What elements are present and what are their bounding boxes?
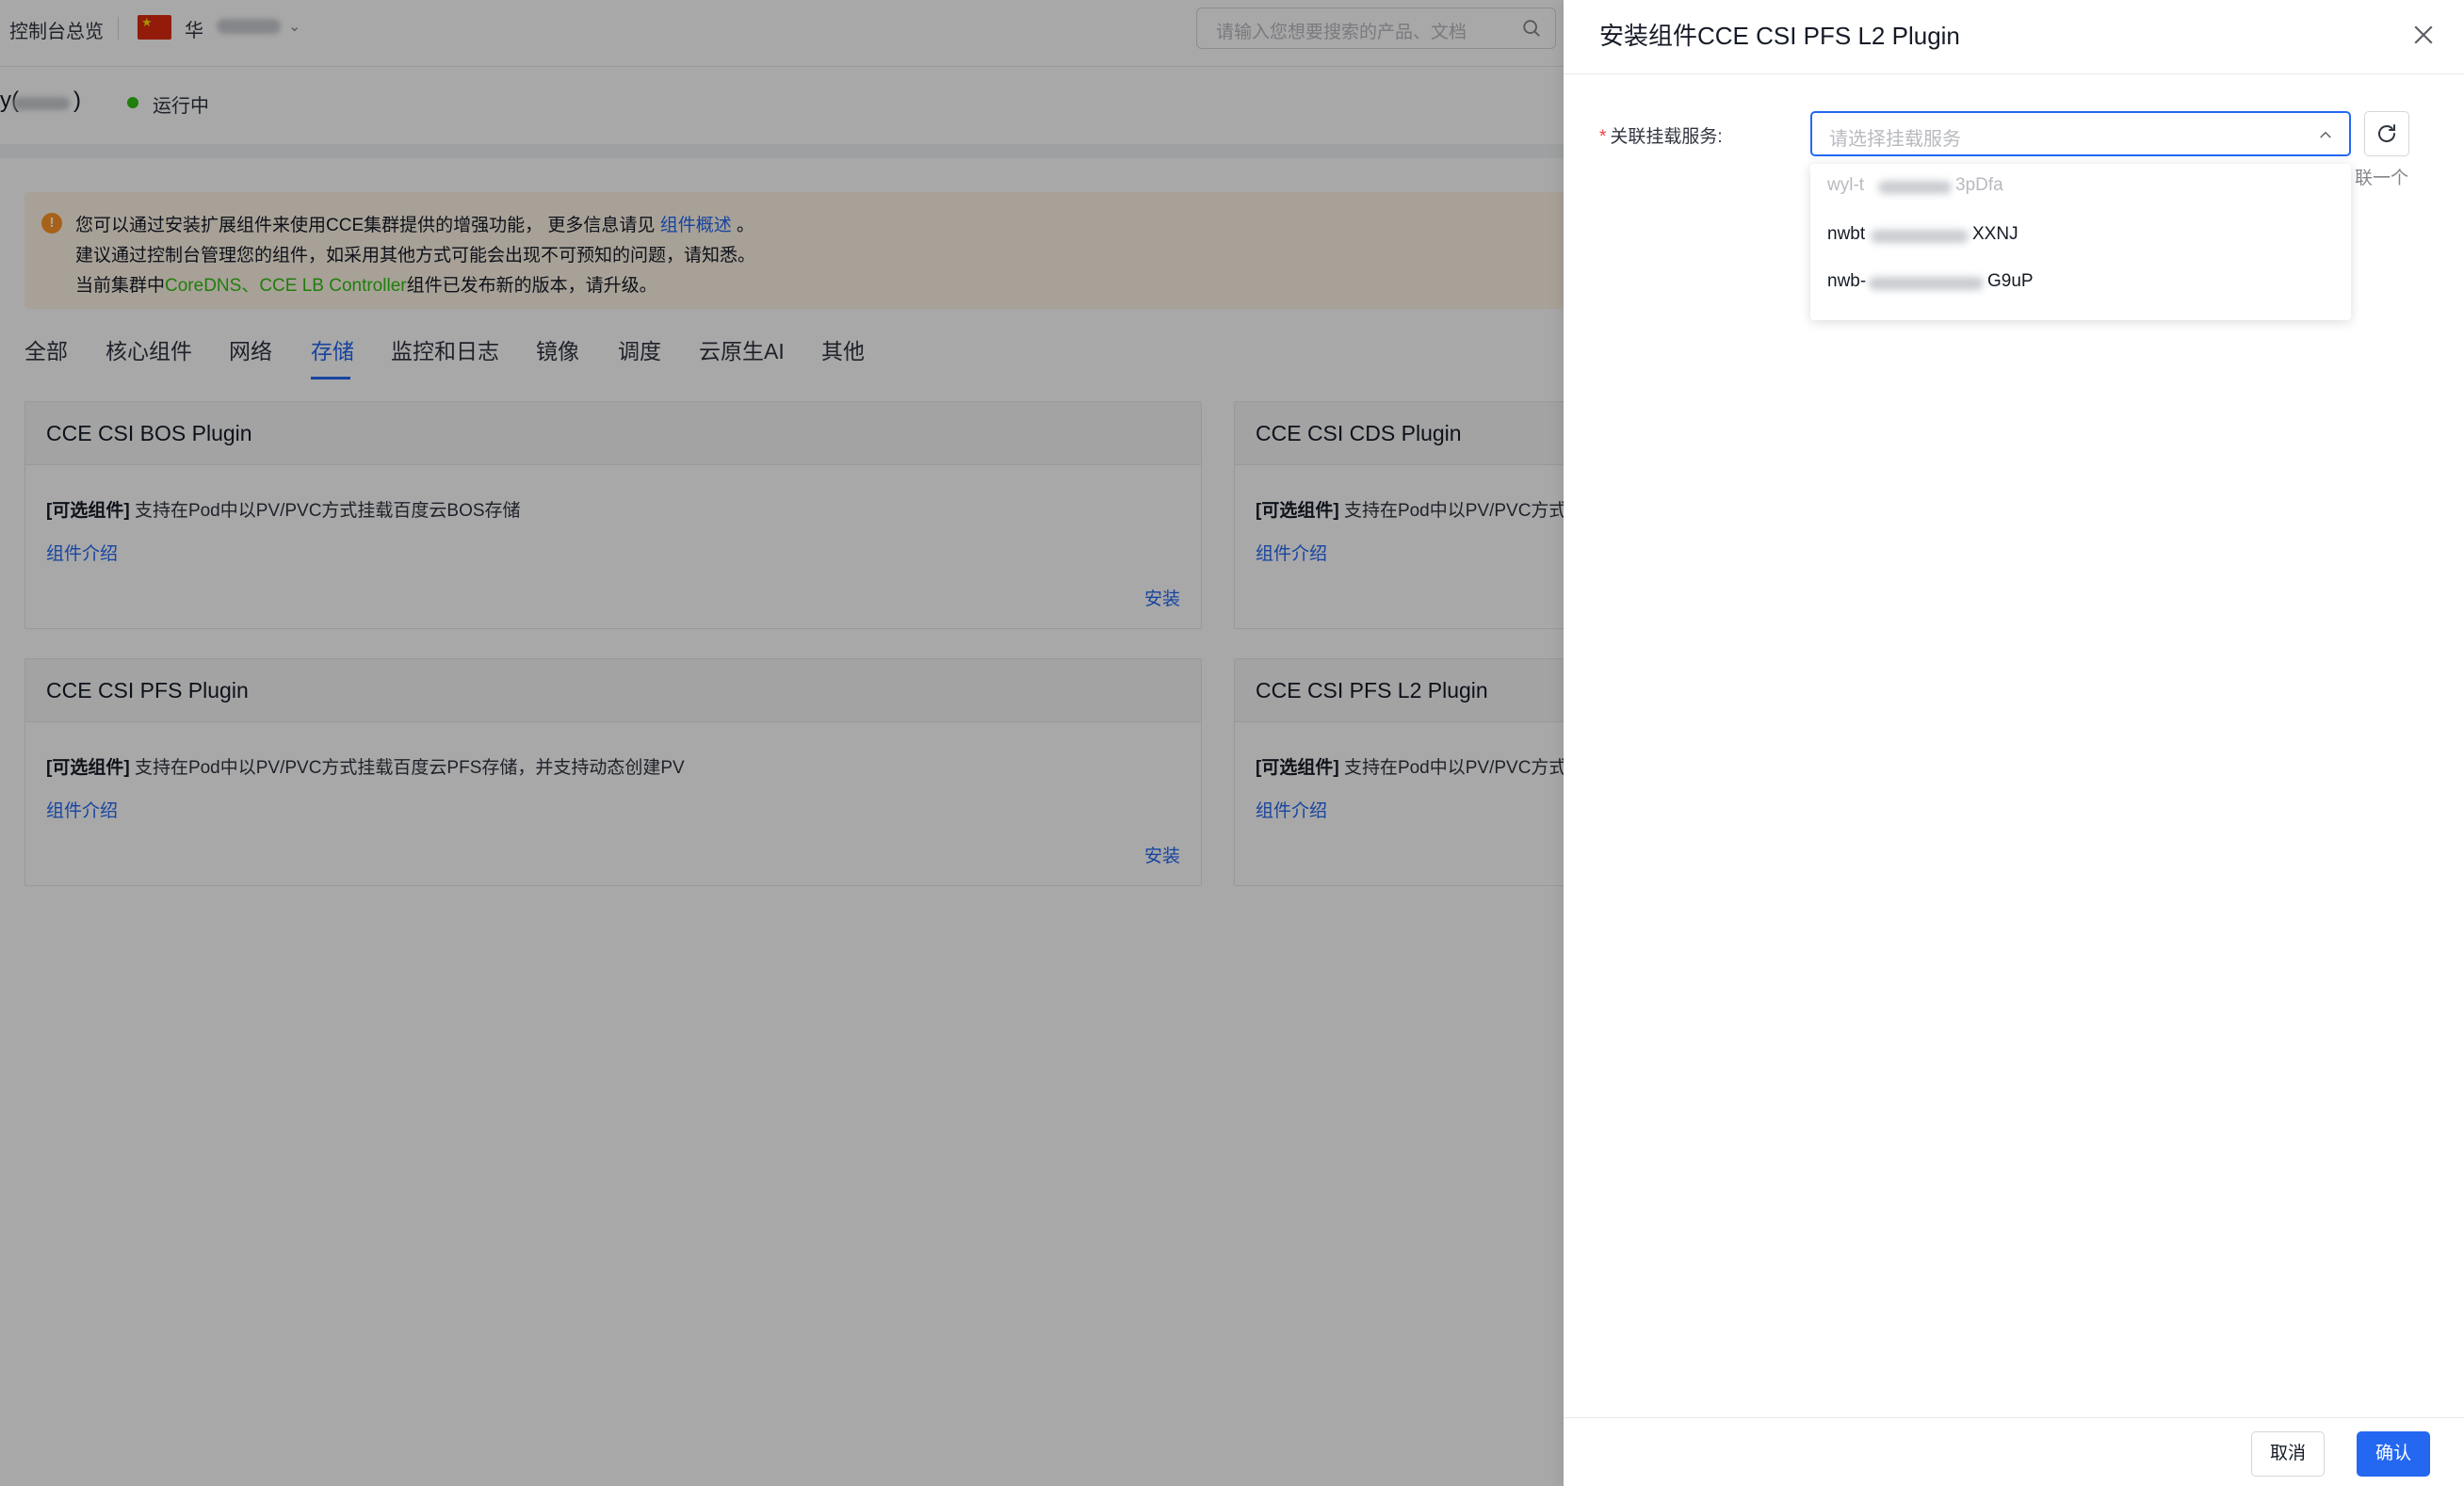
field-hint: 联一个 (2355, 169, 2409, 188)
confirm-button[interactable]: 确认 (2357, 1431, 2430, 1477)
mount-service-option: wyl-t 3pDfa (1827, 175, 2003, 195)
chevron-up-icon (2320, 131, 2331, 138)
select-placeholder: 请选择挂载服务 (1829, 129, 1961, 150)
refresh-button[interactable] (2364, 111, 2409, 156)
mount-service-option[interactable]: nwbt XXNJ (1810, 213, 2351, 258)
mount-service-label: * 关联挂载服务: (1599, 127, 1723, 147)
required-mark: * (1599, 127, 1607, 147)
drawer-title: 安装组件CCE CSI PFS L2 Plugin (1599, 22, 1960, 50)
cancel-button[interactable]: 取消 (2251, 1431, 2325, 1477)
mount-service-dropdown: wyl-t 3pDfa nwbt XXNJ nwb- G9uP (1810, 164, 2351, 320)
close-icon[interactable] (2409, 21, 2438, 49)
drawer-header: 安装组件CCE CSI PFS L2 Plugin (1564, 0, 2464, 74)
drawer-footer: 取消 确认 (1564, 1417, 2464, 1486)
mount-service-select[interactable]: 请选择挂载服务 (1810, 111, 2351, 156)
mount-service-option[interactable]: nwb- G9uP (1810, 260, 2351, 305)
refresh-icon (2378, 124, 2395, 142)
install-addon-drawer: 安装组件CCE CSI PFS L2 Plugin * 关联挂载服务: 请选择挂载… (1564, 0, 2464, 1486)
